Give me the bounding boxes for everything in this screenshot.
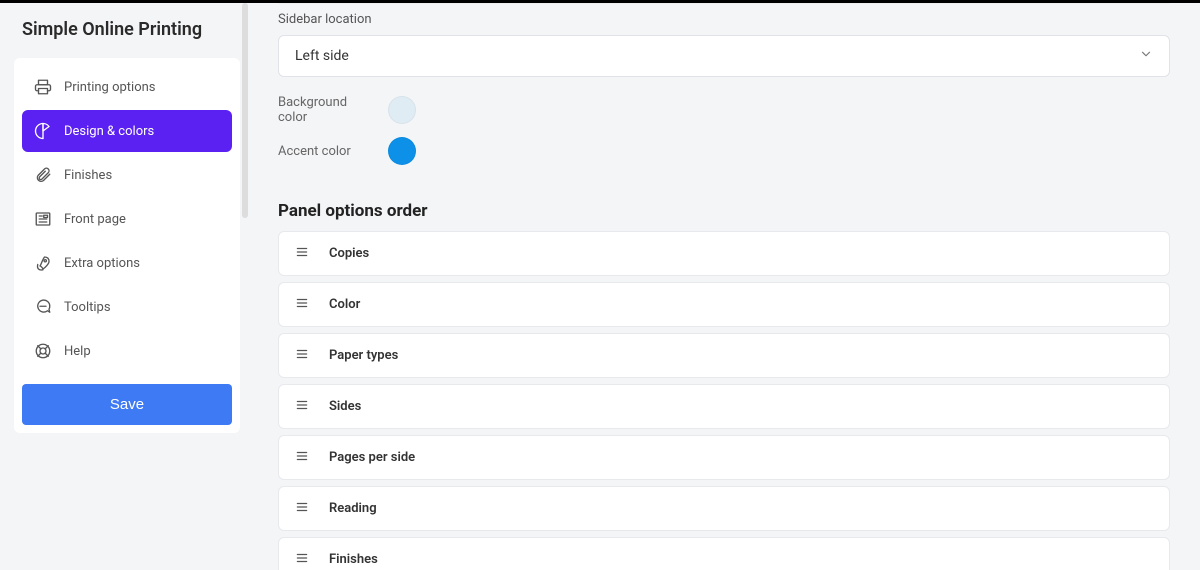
lifebuoy-icon xyxy=(34,342,52,360)
drag-handle-icon[interactable] xyxy=(293,244,311,263)
drag-handle-icon[interactable] xyxy=(293,295,311,314)
panel-item[interactable]: Sides xyxy=(278,384,1170,429)
panel-item[interactable]: Finishes xyxy=(278,537,1170,570)
sidebar-item-help[interactable]: Help xyxy=(22,330,232,372)
sidebar-item-extra-options[interactable]: Extra options xyxy=(22,242,232,284)
accent-color-row: Accent color xyxy=(278,137,1170,165)
palette-icon xyxy=(34,122,52,140)
sidebar-item-label: Design & colors xyxy=(64,124,154,139)
panel-item-label: Copies xyxy=(329,246,369,261)
drag-handle-icon[interactable] xyxy=(293,397,311,416)
newspaper-icon xyxy=(34,210,52,228)
panel-options-list: Copies Color Paper types Sides Pages per… xyxy=(278,231,1170,570)
sidebar-item-label: Help xyxy=(64,344,91,359)
sidebar-location-select[interactable]: Left side xyxy=(278,35,1170,77)
panel-item-label: Pages per side xyxy=(329,450,415,465)
panel-item[interactable]: Copies xyxy=(278,231,1170,276)
drag-handle-icon[interactable] xyxy=(293,448,311,467)
sidebar-item-front-page[interactable]: Front page xyxy=(22,198,232,240)
sidebar-item-design-colors[interactable]: Design & colors xyxy=(22,110,232,152)
accent-color-swatch[interactable] xyxy=(388,137,416,165)
sidebar: Simple Online Printing Printing options … xyxy=(0,3,248,570)
background-color-row: Background color xyxy=(278,95,1170,125)
message-icon xyxy=(34,298,52,316)
printer-icon xyxy=(34,78,52,96)
panel-item[interactable]: Paper types xyxy=(278,333,1170,378)
panel-item-label: Finishes xyxy=(329,552,378,567)
background-color-label: Background color xyxy=(278,95,374,125)
drag-handle-icon[interactable] xyxy=(293,346,311,365)
accent-color-label: Accent color xyxy=(278,144,374,159)
sidebar-item-label: Front page xyxy=(64,212,126,227)
panel-item-label: Paper types xyxy=(329,348,398,363)
rocket-icon xyxy=(34,254,52,272)
background-color-swatch[interactable] xyxy=(388,96,416,124)
panel-item[interactable]: Reading xyxy=(278,486,1170,531)
sidebar-item-label: Finishes xyxy=(64,168,112,183)
sidebar-item-label: Printing options xyxy=(64,80,156,95)
app-title: Simple Online Printing xyxy=(14,3,240,58)
panel-options-heading: Panel options order xyxy=(278,201,1170,221)
panel-item[interactable]: Color xyxy=(278,282,1170,327)
select-value: Left side xyxy=(295,48,349,64)
main-content: Sidebar location Left side Background co… xyxy=(248,3,1200,570)
chevron-down-icon xyxy=(1139,47,1153,65)
sidebar-item-label: Extra options xyxy=(64,256,140,271)
drag-handle-icon[interactable] xyxy=(293,499,311,518)
sidebar-nav: Printing options Design & colors Finishe… xyxy=(14,58,240,433)
panel-item[interactable]: Pages per side xyxy=(278,435,1170,480)
sidebar-item-tooltips[interactable]: Tooltips xyxy=(22,286,232,328)
panel-item-label: Reading xyxy=(329,501,377,516)
sidebar-item-label: Tooltips xyxy=(64,300,111,315)
paperclip-icon xyxy=(34,166,52,184)
sidebar-item-finishes[interactable]: Finishes xyxy=(22,154,232,196)
save-button[interactable]: Save xyxy=(22,384,232,425)
content-card-top xyxy=(278,3,1170,4)
sidebar-location-label: Sidebar location xyxy=(278,12,1170,27)
panel-item-label: Color xyxy=(329,297,360,312)
panel-item-label: Sides xyxy=(329,399,361,414)
sidebar-item-printing-options[interactable]: Printing options xyxy=(22,66,232,108)
drag-handle-icon[interactable] xyxy=(293,550,311,569)
